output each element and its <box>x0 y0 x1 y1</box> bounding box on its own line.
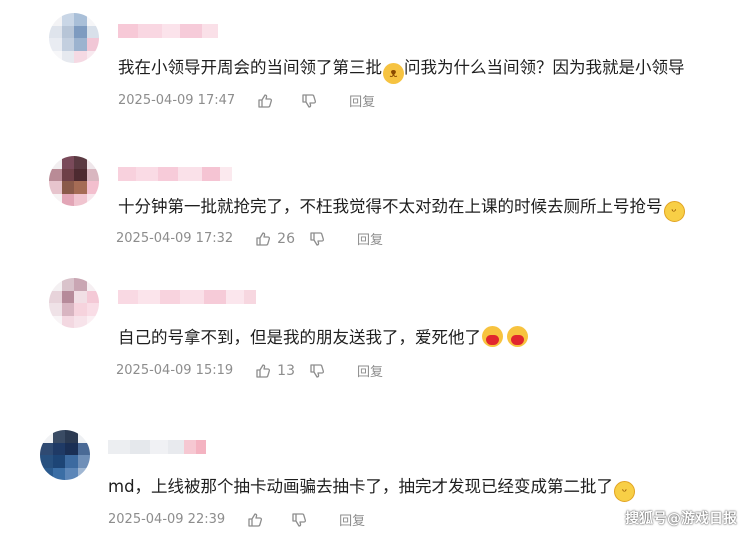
username-blurred[interactable] <box>108 440 206 454</box>
comment-text: 我在小领导开周会的当间领了第三批 ᴥ 问我为什么当间领？因为我就是小领导 <box>118 56 685 84</box>
comment-meta: 2025-04-09 17:32 26 回复 <box>116 229 383 249</box>
comment-text-part: 问我为什么当间领？因为我就是小领导 <box>404 58 685 77</box>
avatar[interactable] <box>40 430 90 480</box>
timestamp: 2025-04-09 17:47 <box>118 93 236 108</box>
heart-face-emoji <box>507 326 528 347</box>
avatar[interactable] <box>49 156 99 206</box>
thumbs-up-icon[interactable] <box>257 93 273 109</box>
reply-button[interactable]: 回复 <box>339 510 365 529</box>
username-blurred[interactable] <box>118 167 232 181</box>
timestamp: 2025-04-09 22:39 <box>108 512 226 527</box>
comment-text: md，上线被那个抽卡动画骗去抽卡了，抽完才发现已经变成第二批了 ᵕ <box>108 475 636 502</box>
thumbs-down-icon[interactable] <box>309 363 325 379</box>
thumbs-down-icon[interactable] <box>309 231 325 247</box>
comment-text: 自己的号拿不到，但是我的朋友送我了，爱死他了 <box>118 326 528 350</box>
comment-text-part: 自己的号拿不到，但是我的朋友送我了，爱死他了 <box>118 328 481 347</box>
avatar[interactable] <box>49 278 99 328</box>
comment-meta: 2025-04-09 15:19 13 回复 <box>116 361 383 381</box>
cat-face-emoji: ᴥ <box>383 63 404 84</box>
like-count: 13 <box>277 362 295 379</box>
like-count: 26 <box>277 230 295 247</box>
watermark: 搜狐号@游戏日报 <box>625 511 737 527</box>
username-blurred[interactable] <box>118 24 218 38</box>
comment-text: 十分钟第一批就抢完了，不枉我觉得不太对劲在上课的时候去厕所上号抢号 ᵕ <box>118 195 685 222</box>
comment-text-part: 十分钟第一批就抢完了，不枉我觉得不太对劲在上课的时候去厕所上号抢号 <box>118 197 663 216</box>
comment-text-part: 我在小领导开周会的当间领了第三批 <box>118 58 382 77</box>
laughing-emoji: ᵕ <box>663 201 685 222</box>
timestamp: 2025-04-09 15:19 <box>116 363 234 378</box>
thumbs-down-icon[interactable] <box>291 512 307 528</box>
thumbs-up-icon[interactable] <box>255 231 271 247</box>
timestamp: 2025-04-09 17:32 <box>116 231 234 246</box>
laughing-emoji: ᵕ <box>614 481 636 502</box>
reply-button[interactable]: 回复 <box>349 91 375 110</box>
comment-meta: 2025-04-09 22:39 回复 <box>108 510 365 529</box>
reply-button[interactable]: 回复 <box>357 361 383 380</box>
thumbs-up-icon[interactable] <box>247 512 263 528</box>
username-blurred[interactable] <box>118 290 256 304</box>
comment-text-part: md，上线被那个抽卡动画骗去抽卡了，抽完才发现已经变成第二批了 <box>108 477 614 496</box>
comment-meta: 2025-04-09 17:47 回复 <box>118 91 375 110</box>
thumbs-up-icon[interactable] <box>255 363 271 379</box>
thumbs-down-icon[interactable] <box>301 93 317 109</box>
heart-face-emoji <box>482 326 503 347</box>
avatar[interactable] <box>49 13 99 63</box>
reply-button[interactable]: 回复 <box>357 229 383 248</box>
